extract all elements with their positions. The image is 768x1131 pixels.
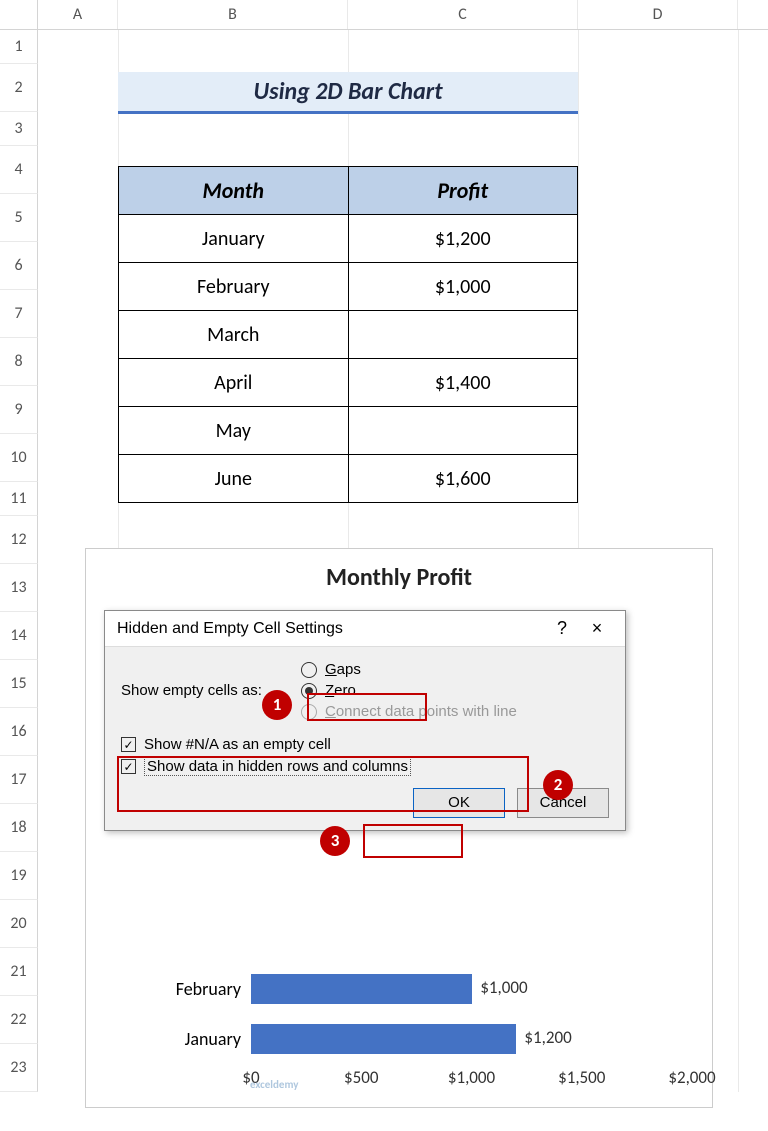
x-tick: $500 xyxy=(344,1067,378,1088)
data-table[interactable]: Month Profit January$1,200 February$1,00… xyxy=(118,166,578,503)
hidden-empty-cell-dialog[interactable]: Hidden and Empty Cell Settings ? × Show … xyxy=(104,610,626,831)
cell[interactable]: $1,600 xyxy=(348,455,577,503)
row-header-13[interactable]: 13 xyxy=(0,564,38,612)
row-header-16[interactable]: 16 xyxy=(0,708,38,756)
x-axis: $0 $500 $1,000 $1,500 $2,000 xyxy=(251,1067,692,1097)
table-row[interactable]: February$1,000 xyxy=(119,263,578,311)
col-header-A[interactable]: A xyxy=(38,0,118,29)
radio-connect: Connect data points with line xyxy=(301,703,517,720)
checkbox-na[interactable]: Show #N/A as an empty cell xyxy=(121,736,609,753)
bar[interactable] xyxy=(251,974,472,1004)
table-row[interactable]: March xyxy=(119,311,578,359)
x-tick: $1,000 xyxy=(448,1067,495,1088)
row-header-10[interactable]: 10 xyxy=(0,434,38,482)
table-row[interactable]: January$1,200 xyxy=(119,215,578,263)
chart-title: Monthly Profit xyxy=(86,563,712,592)
annotation-badge-1: 1 xyxy=(262,690,292,720)
x-tick: $2,000 xyxy=(668,1067,715,1088)
bar[interactable] xyxy=(251,1024,516,1054)
bar-label: January xyxy=(106,1028,251,1050)
cell[interactable]: April xyxy=(119,359,349,407)
sheet-title: Using 2D Bar Chart xyxy=(118,72,578,114)
close-button[interactable]: × xyxy=(577,618,617,639)
checkbox-label: Show #N/A as an empty cell xyxy=(144,736,331,753)
row-header-21[interactable]: 21 xyxy=(0,948,38,996)
row-header-6[interactable]: 6 xyxy=(0,242,38,290)
sheet-content[interactable]: Using 2D Bar Chart Month Profit January$… xyxy=(38,30,768,1092)
watermark: exceldemy xyxy=(250,1078,298,1091)
cell[interactable]: May xyxy=(119,407,349,455)
ok-button[interactable]: OK xyxy=(413,788,505,818)
table-header-row: Month Profit xyxy=(119,167,578,215)
row-header-1[interactable]: 1 xyxy=(0,30,38,64)
checkbox-icon[interactable] xyxy=(121,759,136,774)
radio-label: Connect data points with line xyxy=(325,703,517,720)
col-header-B[interactable]: B xyxy=(118,0,348,29)
cell[interactable]: June xyxy=(119,455,349,503)
bar-value: $1,000 xyxy=(480,977,527,998)
row-header-8[interactable]: 8 xyxy=(0,338,38,386)
checkbox-icon[interactable] xyxy=(121,737,136,752)
bar-row-february: February $1,000 xyxy=(106,969,692,1009)
col-header-C[interactable]: C xyxy=(348,0,578,29)
radio-icon xyxy=(301,704,317,720)
row-header-3[interactable]: 3 xyxy=(0,112,38,146)
th-profit: Profit xyxy=(348,167,577,215)
cell[interactable]: $1,400 xyxy=(348,359,577,407)
row-header-14[interactable]: 14 xyxy=(0,612,38,660)
cell[interactable] xyxy=(348,407,577,455)
row-headers: 1 2 3 4 5 6 7 8 9 10 11 12 13 14 15 16 1… xyxy=(0,30,38,1092)
x-tick: $1,500 xyxy=(558,1067,605,1088)
row-header-4[interactable]: 4 xyxy=(0,146,38,194)
radio-gaps[interactable]: Gaps xyxy=(301,661,517,678)
table-row[interactable]: May xyxy=(119,407,578,455)
row-header-5[interactable]: 5 xyxy=(0,194,38,242)
dialog-titlebar[interactable]: Hidden and Empty Cell Settings ? × xyxy=(105,611,625,647)
radio-label: Gaps xyxy=(325,661,361,678)
annotation-badge-3: 3 xyxy=(320,826,350,856)
radio-label: Zero xyxy=(325,682,356,699)
bar-label: February xyxy=(106,978,251,1000)
bar-row-january: January $1,200 xyxy=(106,1019,692,1059)
radio-zero[interactable]: Zero xyxy=(301,682,517,699)
cell[interactable] xyxy=(348,311,577,359)
row-header-2[interactable]: 2 xyxy=(0,64,38,112)
cell[interactable]: January xyxy=(119,215,349,263)
column-headers: A B C D xyxy=(0,0,768,30)
select-all-corner[interactable] xyxy=(0,0,38,29)
cell[interactable]: March xyxy=(119,311,349,359)
table-row[interactable]: April$1,400 xyxy=(119,359,578,407)
row-header-18[interactable]: 18 xyxy=(0,804,38,852)
checkbox-hidden[interactable]: Show data in hidden rows and columns xyxy=(121,757,609,776)
row-header-9[interactable]: 9 xyxy=(0,386,38,434)
row-header-20[interactable]: 20 xyxy=(0,900,38,948)
row-header-12[interactable]: 12 xyxy=(0,516,38,564)
annotation-badge-2: 2 xyxy=(543,770,573,800)
cell[interactable]: $1,200 xyxy=(348,215,577,263)
dialog-title: Hidden and Empty Cell Settings xyxy=(117,620,547,638)
bar-value: $1,200 xyxy=(524,1027,571,1048)
table-row[interactable]: June$1,600 xyxy=(119,455,578,503)
row-header-7[interactable]: 7 xyxy=(0,290,38,338)
radio-group-empty: Gaps Zero Connect data points with line xyxy=(301,661,517,720)
spreadsheet: A B C D 1 2 3 4 5 6 7 8 9 10 11 12 13 14… xyxy=(0,0,768,1092)
row-header-19[interactable]: 19 xyxy=(0,852,38,900)
th-month: Month xyxy=(119,167,349,215)
cell[interactable]: $1,000 xyxy=(348,263,577,311)
row-header-11[interactable]: 11 xyxy=(0,482,38,516)
radio-icon[interactable] xyxy=(301,662,317,678)
row-header-17[interactable]: 17 xyxy=(0,756,38,804)
row-header-23[interactable]: 23 xyxy=(0,1044,38,1092)
help-button[interactable]: ? xyxy=(547,618,577,639)
row-header-22[interactable]: 22 xyxy=(0,996,38,1044)
dialog-body: Show empty cells as: Gaps Zero Connect d… xyxy=(105,647,625,830)
checkbox-label: Show data in hidden rows and columns xyxy=(144,757,411,776)
col-header-D[interactable]: D xyxy=(578,0,738,29)
radio-icon[interactable] xyxy=(301,683,317,699)
cell[interactable]: February xyxy=(119,263,349,311)
row-header-15[interactable]: 15 xyxy=(0,660,38,708)
